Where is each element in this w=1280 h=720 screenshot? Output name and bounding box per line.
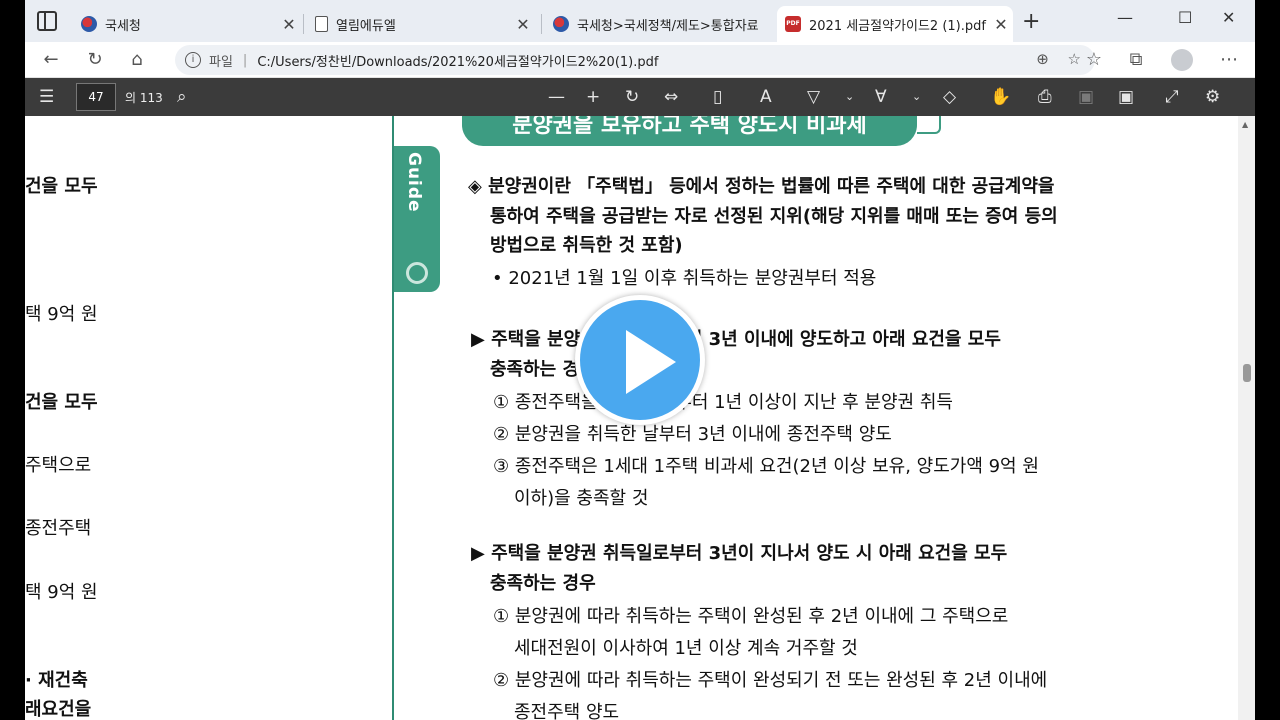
definition-line: ◈ 분양권이란 「주택법」 등에서 정하는 법률에 따른 주택에 대한 공급계약… [468, 176, 1055, 197]
address-scheme-label: 파일 [209, 54, 233, 70]
left-page-text: 종전주택 [25, 518, 92, 539]
case-item: 세대전원이 이사하여 1년 이상 계속 거주할 것 [514, 638, 858, 659]
contents-list-icon[interactable]: ☰ [39, 86, 54, 108]
pdf-icon: PDF [785, 16, 801, 32]
rotate-icon[interactable]: ↻ [625, 86, 639, 108]
collections-icon[interactable]: ⧉ [1122, 46, 1150, 74]
eraser-icon[interactable]: ◇ [943, 86, 956, 108]
case-item: 종전주택 양도 [514, 702, 620, 720]
fullscreen-icon[interactable]: ⤢ [1165, 86, 1179, 108]
tab-title: 국세청 [105, 18, 141, 34]
tab-1[interactable]: 국세청 ✕ [73, 6, 301, 42]
tab-divider [303, 14, 304, 34]
case-item: ② 분양권에 따라 취득하는 주택이 완성되기 전 또는 완성된 후 2년 이내… [493, 670, 1048, 691]
chevron-down-icon[interactable]: ⌄ [845, 86, 854, 108]
maximize-icon[interactable]: ☐ [1178, 8, 1192, 27]
address-icons: ⊕ ☆ [1036, 50, 1081, 68]
zoom-icon[interactable]: ⊕ [1036, 50, 1049, 68]
print-icon[interactable]: ⎙ [1038, 86, 1052, 108]
case-item: ① 종전주택을 취득한 날부터 1년 이상이 지난 후 분양권 취득 [493, 392, 953, 413]
scrollbar-thumb[interactable] [1243, 364, 1251, 382]
new-tab-icon[interactable]: + [1022, 9, 1040, 34]
page-view-icon[interactable]: ▯ [713, 86, 722, 108]
search-icon[interactable]: ⌕ [177, 86, 187, 108]
pdf-toolbar: ☰ 47 의 113 ⌕ — + ↻ ⇔ ▯ A ▽ ⌄ ∀ ⌄ ◇ ✋ ⎙ ▣… [25, 78, 1255, 116]
zoom-out-icon[interactable]: — [548, 86, 565, 108]
left-page-text: 건을 모두 [25, 392, 98, 413]
minimize-icon[interactable]: — [1117, 8, 1133, 27]
bullet-note: • 2021년 1월 1일 이후 취득하는 분양권부터 적용 [492, 268, 877, 289]
play-icon [626, 330, 676, 394]
guide-label: Guide [404, 152, 424, 213]
page-count: 의 113 [125, 91, 163, 105]
save-as-icon[interactable]: ▣ [1118, 86, 1134, 108]
case-item: 이하)을 충족할 것 [514, 488, 649, 509]
section-title: 분양권을 보유하고 주택 양도시 비과세 [462, 116, 917, 146]
address-url[interactable]: C:/Users/정찬빈/Downloads/2021%20세금절약가이드2%2… [257, 51, 658, 70]
fit-width-icon[interactable]: ⇔ [664, 86, 678, 108]
left-page-text: 건을 모두 [25, 176, 98, 197]
definition-line: 방법으로 취득한 것 포함) [490, 235, 683, 256]
tab-actions-icon[interactable] [37, 11, 57, 31]
case-item: ③ 종전주택은 1세대 1주택 비과세 요건(2년 이상 보유, 양도가액 9억… [493, 456, 1039, 477]
highlight-icon[interactable]: ▽ [807, 86, 820, 108]
left-page-text: 주택으로 [25, 455, 92, 476]
tab-title: 2021 세금절약가이드2 (1).pdf [809, 18, 986, 34]
address-separator: | [242, 52, 248, 68]
left-page-text: 택 9억 원 [25, 582, 98, 603]
left-page-text: 래요건을 [25, 699, 92, 720]
navigation-bar: ← ↻ ⌂ i 파일 | C:/Users/정찬빈/Downloads/2021… [25, 42, 1255, 78]
scroll-up-icon[interactable]: ▲ [1242, 120, 1248, 129]
left-page-text: 택 9억 원 [25, 304, 98, 325]
info-icon[interactable]: i [185, 52, 201, 68]
tab-4-active[interactable]: PDF 2021 세금절약가이드2 (1).pdf ✕ [777, 6, 1013, 42]
play-button[interactable] [575, 295, 705, 425]
window-close-icon[interactable]: ✕ [1222, 8, 1235, 27]
magnifier-icon [406, 262, 428, 284]
gov-logo-icon [81, 16, 97, 32]
more-menu-icon[interactable]: ⋯ [1215, 46, 1243, 74]
draw-icon[interactable]: ∀ [875, 86, 887, 108]
tab-strip: 국세청 ✕ 열림에듀엘 ✕ 국세청>국세정책/제도>통합자료 PDF 2021 … [25, 0, 1255, 42]
back-icon[interactable]: ← [37, 46, 65, 74]
vertical-scrollbar[interactable]: ▲ [1238, 116, 1255, 720]
address-bar[interactable]: i 파일 | C:/Users/정찬빈/Downloads/2021%20세금절… [175, 45, 1095, 75]
header-decoration [917, 116, 941, 134]
profile-avatar-icon[interactable] [1168, 46, 1196, 74]
gov-logo-icon [553, 16, 569, 32]
favorites-icon[interactable]: ☆ [1080, 46, 1108, 74]
close-icon[interactable]: ✕ [277, 15, 301, 34]
case-heading: ▶ 주택을 분양권 취득일로부터 3년 이내에 양도하고 아래 요건을 모두 [471, 329, 1001, 350]
guide-tab: Guide [394, 146, 440, 292]
chevron-down-icon[interactable]: ⌄ [912, 86, 921, 108]
refresh-icon[interactable]: ↻ [81, 46, 109, 74]
case-item: ② 분양권을 취득한 날부터 3년 이내에 종전주택 양도 [493, 424, 892, 445]
tab-title: 열림에듀엘 [336, 18, 396, 34]
settings-gear-icon[interactable]: ⚙ [1205, 86, 1220, 108]
home-icon[interactable]: ⌂ [123, 46, 151, 74]
definition-line: 통하여 주택을 공급받는 자로 선정된 지위(해당 지위를 매매 또는 증여 등… [490, 206, 1058, 227]
zoom-in-icon[interactable]: + [586, 86, 600, 108]
case-heading: 충족하는 경우 [490, 573, 596, 594]
close-icon[interactable]: ✕ [989, 15, 1013, 34]
tab-3[interactable]: 국세청>국세정책/제도>통합자료 [545, 6, 775, 42]
tab-2[interactable]: 열림에듀엘 ✕ [307, 6, 535, 42]
save-icon: ▣ [1078, 87, 1095, 107]
document-icon [315, 16, 328, 32]
favorite-add-icon[interactable]: ☆ [1068, 50, 1081, 68]
touch-icon: ✋ [990, 87, 1012, 107]
video-frame: 국세청 ✕ 열림에듀엘 ✕ 국세청>국세정책/제도>통합자료 PDF 2021 … [0, 0, 1280, 720]
read-aloud-icon[interactable]: A [760, 86, 772, 108]
left-page-text: · 재건축 [25, 670, 88, 691]
close-icon[interactable]: ✕ [511, 15, 535, 34]
page-number-input[interactable]: 47 [76, 83, 116, 111]
case-item: ① 분양권에 따라 취득하는 주택이 완성된 후 2년 이내에 그 주택으로 [493, 606, 1009, 627]
tab-divider [541, 14, 542, 34]
case-heading: ▶ 주택을 분양권 취득일로부터 3년이 지나서 양도 시 아래 요건을 모두 [471, 543, 1008, 564]
tab-title: 국세청>국세정책/제도>통합자료 [577, 18, 759, 34]
